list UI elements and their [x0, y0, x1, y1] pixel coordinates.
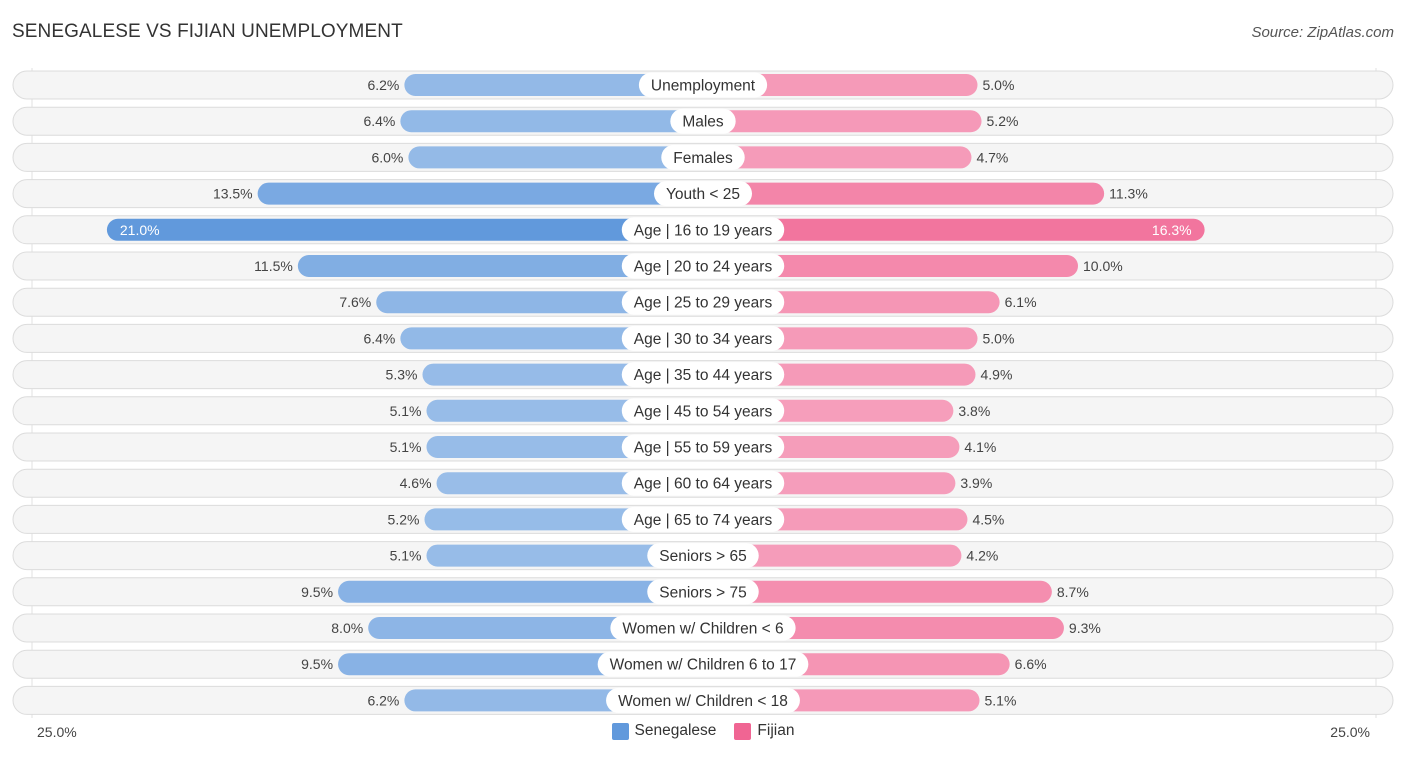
- category-label: Age | 35 to 44 years: [634, 367, 773, 384]
- value-label-senegalese: 13.5%: [213, 186, 253, 202]
- legend-item-senegalese: Senegalese: [611, 722, 717, 740]
- value-label-fijian: 3.9%: [960, 475, 992, 491]
- value-label-senegalese: 4.6%: [400, 475, 432, 491]
- value-label-fijian: 5.0%: [983, 77, 1015, 93]
- legend-swatch-senegalese: [611, 722, 629, 740]
- category-label: Age | 25 to 29 years: [634, 295, 773, 312]
- category-label: Age | 30 to 34 years: [634, 331, 773, 348]
- value-label-fijian: 5.0%: [983, 330, 1015, 346]
- value-label-fijian: 8.7%: [1057, 584, 1089, 600]
- legend-item-fijian: Fijian: [734, 722, 794, 740]
- category-label: Women w/ Children < 18: [618, 693, 788, 710]
- value-label-senegalese: 6.2%: [367, 77, 399, 93]
- value-label-fijian: 5.2%: [987, 113, 1019, 129]
- value-label-fijian: 4.9%: [980, 367, 1012, 383]
- category-label: Women w/ Children < 6: [622, 621, 783, 638]
- value-label-fijian: 10.0%: [1083, 258, 1123, 274]
- value-label-fijian: 3.8%: [958, 403, 990, 419]
- value-label-fijian: 11.3%: [1109, 186, 1148, 202]
- value-label-fijian: 4.5%: [972, 511, 1004, 527]
- category-label: Age | 65 to 74 years: [634, 512, 773, 529]
- category-label: Women w/ Children 6 to 17: [610, 657, 797, 674]
- bar-senegalese: [408, 146, 703, 169]
- bar-fijian: [703, 182, 1105, 205]
- value-label-senegalese: 9.5%: [301, 584, 333, 600]
- value-label-senegalese: 5.3%: [386, 367, 418, 383]
- category-label: Age | 60 to 64 years: [634, 476, 773, 493]
- value-label-senegalese: 6.2%: [367, 692, 399, 708]
- value-label-senegalese: 6.4%: [363, 330, 395, 346]
- category-label: Seniors > 75: [659, 584, 746, 601]
- category-label: Youth < 25: [666, 186, 740, 203]
- value-label-fijian: 9.3%: [1069, 620, 1101, 636]
- category-label: Age | 20 to 24 years: [634, 259, 773, 276]
- value-label-fijian: 6.6%: [1015, 656, 1047, 672]
- value-label-fijian: 6.1%: [1005, 294, 1037, 310]
- value-label-fijian: 5.1%: [985, 692, 1017, 708]
- bar-senegalese: [400, 110, 703, 133]
- category-label: Age | 16 to 19 years: [634, 222, 773, 239]
- value-label-senegalese: 6.0%: [371, 149, 403, 165]
- diverging-bar-chart: 6.2% 5.0% Unemployment 6.4% 5.2% Males 6.0% 4.7…: [12, 68, 1394, 718]
- category-label: Females: [673, 150, 733, 167]
- legend-swatch-fijian: [734, 722, 752, 740]
- value-label-senegalese: 9.5%: [301, 656, 333, 672]
- value-label-senegalese: 5.2%: [388, 511, 420, 527]
- value-label-senegalese: 5.1%: [390, 548, 422, 564]
- value-label-senegalese: 11.5%: [254, 258, 293, 274]
- value-label-senegalese: 8.0%: [331, 620, 363, 636]
- category-label: Unemployment: [651, 78, 756, 95]
- value-label-senegalese: 21.0%: [120, 222, 160, 238]
- legend-label-senegalese: Senegalese: [634, 722, 717, 739]
- value-label-fijian: 16.3%: [1152, 222, 1192, 238]
- value-label-fijian: 4.2%: [966, 548, 998, 564]
- bar-fijian: [703, 110, 982, 133]
- value-label-fijian: 4.1%: [964, 439, 996, 455]
- category-label: Seniors > 65: [659, 548, 746, 565]
- legend: Senegalese Fijian: [0, 722, 1406, 740]
- bar-senegalese: [106, 218, 703, 241]
- value-label-fijian: 4.7%: [976, 149, 1008, 165]
- category-label: Age | 45 to 54 years: [634, 403, 773, 420]
- value-label-senegalese: 7.6%: [339, 294, 371, 310]
- value-label-senegalese: 5.1%: [390, 403, 422, 419]
- bar-senegalese: [257, 182, 703, 205]
- value-label-senegalese: 6.4%: [363, 113, 395, 129]
- category-label: Males: [682, 114, 724, 131]
- legend-label-fijian: Fijian: [757, 722, 795, 739]
- category-label: Age | 55 to 59 years: [634, 440, 773, 457]
- value-label-senegalese: 5.1%: [390, 439, 422, 455]
